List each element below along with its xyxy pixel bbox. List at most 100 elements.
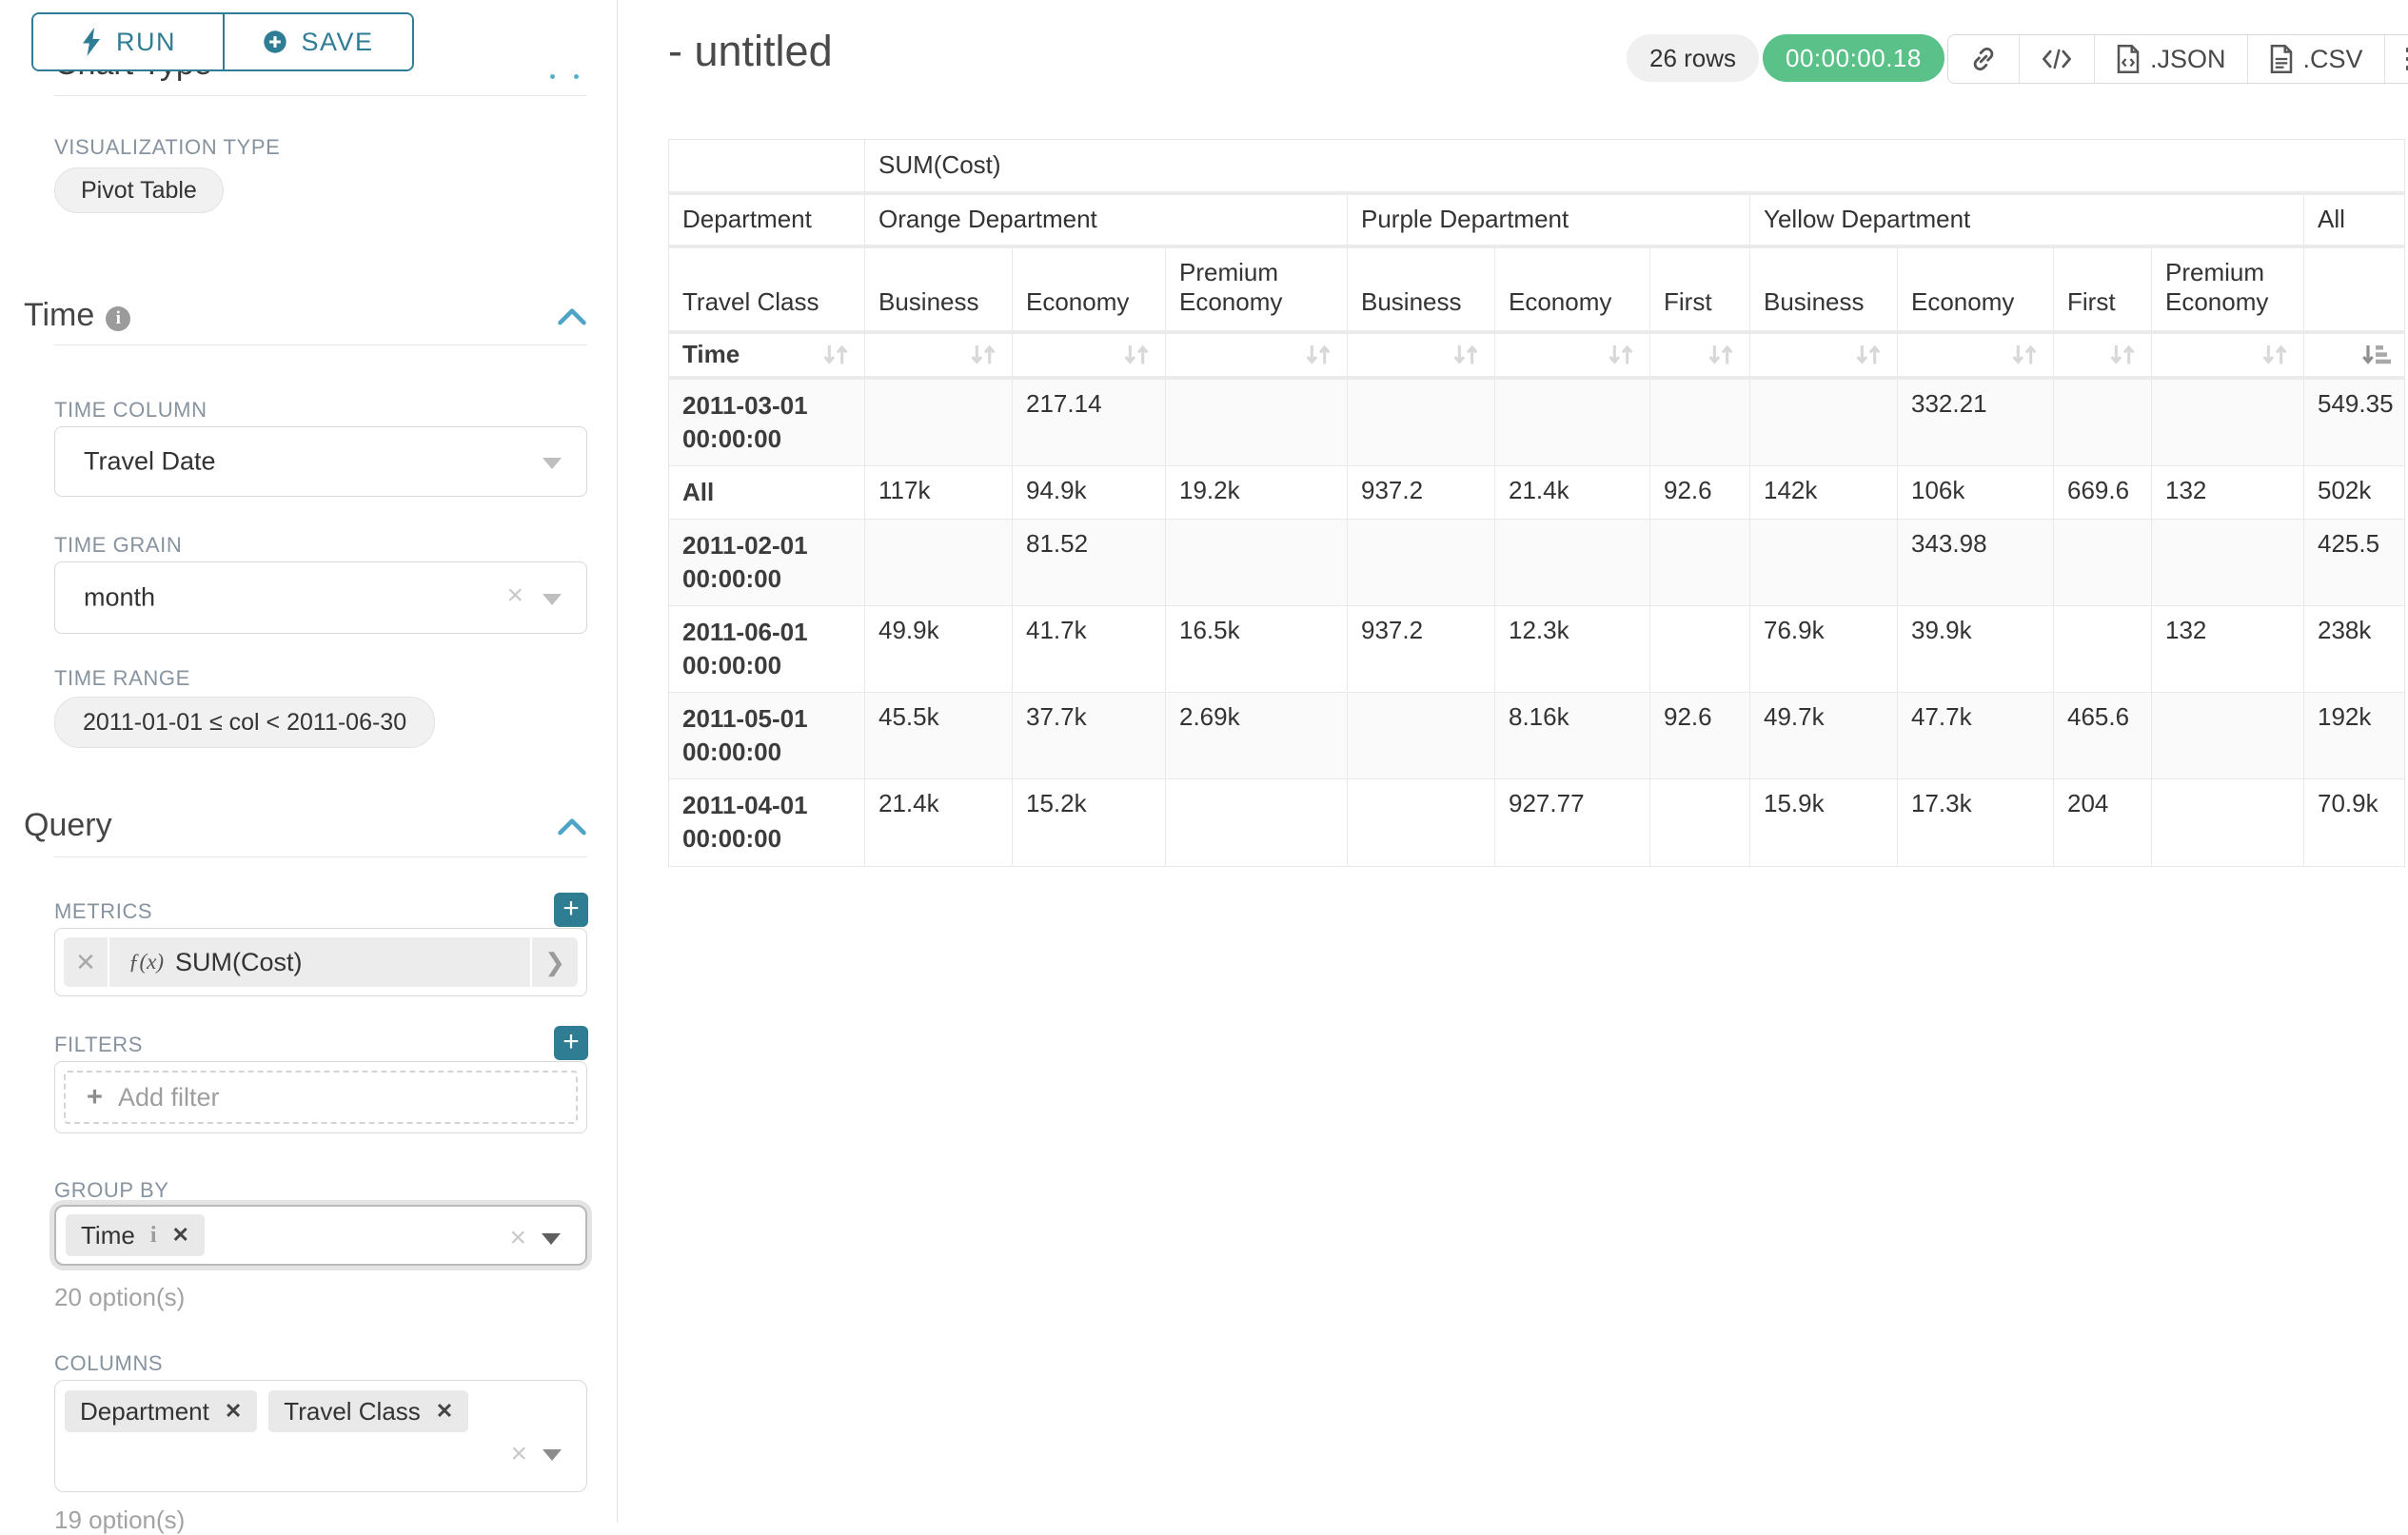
pivot-value-cell xyxy=(2054,605,2152,692)
group-by-select[interactable]: Time i ✕ × xyxy=(54,1205,587,1266)
visualization-type-chip[interactable]: Pivot Table xyxy=(54,167,224,213)
travel-class-header: Premium Economy xyxy=(2152,246,2304,332)
remove-metric-icon[interactable]: ✕ xyxy=(64,937,109,987)
pivot-time-cell: All xyxy=(669,465,865,519)
pivot-value-cell xyxy=(2054,519,2152,605)
pivot-value-cell: 669.6 xyxy=(2054,465,2152,519)
info-icon[interactable]: i xyxy=(106,306,130,331)
json-button-label: .JSON xyxy=(2150,45,2226,74)
pivot-value-cell: 142k xyxy=(1750,465,1898,519)
metric-pill[interactable]: ✕ ƒ(x) SUM(Cost) ❯ xyxy=(64,937,578,987)
sort-descending-active-icon[interactable] xyxy=(2360,342,2391,368)
sort-icon[interactable] xyxy=(1706,342,1736,368)
travel-class-header: Economy xyxy=(1898,246,2054,332)
time-column-select[interactable]: Travel Date xyxy=(54,426,587,497)
pivot-table: SUM(Cost) Department Orange Department P… xyxy=(668,139,2405,867)
query-timer-badge: 00:00:00.18 xyxy=(1763,34,1944,82)
pivot-value-cell: 465.6 xyxy=(2054,693,2152,779)
run-button[interactable]: RUN xyxy=(33,14,223,69)
group-by-chip-time[interactable]: Time i ✕ xyxy=(66,1214,205,1256)
pivot-time-cell: 2011-02-01 00:00:00 xyxy=(669,519,865,605)
sort-icon[interactable] xyxy=(1303,342,1333,368)
function-icon: ƒ(x) xyxy=(128,950,164,974)
sort-icon[interactable] xyxy=(820,342,851,368)
group-by-label: GROUP BY xyxy=(54,1178,169,1203)
pivot-value-cell: 117k xyxy=(865,465,1013,519)
sort-icon[interactable] xyxy=(1853,342,1884,368)
sort-icon[interactable] xyxy=(968,342,998,368)
pivot-value-cell xyxy=(865,519,1013,605)
save-button[interactable]: SAVE xyxy=(223,14,412,69)
travel-class-axis-label: Travel Class xyxy=(669,246,865,332)
pivot-value-cell xyxy=(1166,779,1348,866)
collapse-time-chevron-up-icon[interactable] xyxy=(557,305,587,327)
pivot-value-cell: 76.9k xyxy=(1750,605,1898,692)
pivot-value-cell: 16.5k xyxy=(1166,605,1348,692)
clear-all-icon[interactable]: × xyxy=(509,1222,526,1254)
download-csv-button[interactable]: .CSV xyxy=(2247,35,2384,83)
pivot-value-cell xyxy=(1348,693,1495,779)
clear-all-icon[interactable]: × xyxy=(510,1438,527,1470)
time-grain-select[interactable]: month × xyxy=(54,561,587,634)
pivot-time-cell: 2011-04-01 00:00:00 xyxy=(669,779,865,866)
download-json-button[interactable]: .JSON xyxy=(2094,35,2247,83)
travel-class-header: Business xyxy=(865,246,1013,332)
plus-circle-icon xyxy=(263,30,287,54)
more-options-button[interactable] xyxy=(2384,35,2408,83)
divider xyxy=(54,344,587,345)
pivot-value-cell: 41.7k xyxy=(1013,605,1166,692)
pivot-value-cell: 332.21 xyxy=(1898,378,2054,466)
query-section-title: Query xyxy=(24,807,112,844)
sort-icon[interactable] xyxy=(2260,342,2290,368)
group-by-options-count: 20 option(s) xyxy=(54,1283,185,1312)
control-panel: Chart Type RUN SAVE VISUALIZATION TYPE P… xyxy=(0,0,618,1523)
pivot-value-cell xyxy=(2152,378,2304,466)
column-info-icon[interactable]: i xyxy=(150,1223,157,1249)
sort-icon[interactable] xyxy=(2107,342,2138,368)
add-filter-button[interactable]: + Add filter xyxy=(64,1071,578,1124)
pivot-value-cell: 81.52 xyxy=(1013,519,1166,605)
columns-chip-department[interactable]: Department ✕ xyxy=(65,1390,257,1432)
filters-label: FILTERS xyxy=(54,1033,143,1057)
pivot-value-cell xyxy=(1750,378,1898,466)
add-metric-button[interactable]: + xyxy=(554,893,588,927)
json-file-icon xyxy=(2116,45,2141,73)
pivot-value-cell xyxy=(2054,378,2152,466)
collapse-query-chevron-up-icon[interactable] xyxy=(557,815,587,837)
time-column-label: TIME COLUMN xyxy=(54,398,207,423)
pivot-value-cell: 12.3k xyxy=(1495,605,1650,692)
chart-title[interactable]: - untitled xyxy=(668,27,833,76)
clear-icon[interactable]: × xyxy=(506,580,523,612)
expand-metric-chevron-right-icon[interactable]: ❯ xyxy=(530,937,578,987)
pivot-value-cell xyxy=(1348,378,1495,466)
pivot-value-cell xyxy=(1166,378,1348,466)
remove-chip-icon[interactable]: ✕ xyxy=(225,1399,242,1424)
time-axis-label: Time xyxy=(682,340,740,369)
sort-icon[interactable] xyxy=(2009,342,2040,368)
department-axis-label: Department xyxy=(669,193,865,246)
pivot-value-cell: 132 xyxy=(2152,465,2304,519)
pivot-value-cell: 2.69k xyxy=(1166,693,1348,779)
table-row: 2011-05-01 00:00:00 45.5k 37.7k 2.69k 8.… xyxy=(669,693,2405,779)
panel-drag-dots xyxy=(550,74,579,79)
pivot-value-cell xyxy=(1650,519,1750,605)
pivot-value-cell xyxy=(2152,519,2304,605)
view-query-button[interactable] xyxy=(2019,35,2094,83)
sort-icon[interactable] xyxy=(1121,342,1152,368)
time-range-chip[interactable]: 2011-01-01 ≤ col < 2011-06-30 xyxy=(54,697,435,748)
copy-link-button[interactable] xyxy=(1948,35,2019,83)
add-filter-plus-button[interactable]: + xyxy=(554,1026,588,1060)
travel-class-header: First xyxy=(1650,246,1750,332)
columns-chip-travel-class[interactable]: Travel Class ✕ xyxy=(268,1390,468,1432)
sort-icon[interactable] xyxy=(1451,342,1481,368)
chip-label: Department xyxy=(80,1397,209,1427)
columns-select[interactable]: Department ✕ Travel Class ✕ × xyxy=(54,1380,587,1492)
time-grain-value: month xyxy=(84,583,155,613)
sort-icon[interactable] xyxy=(1606,342,1636,368)
pivot-value-cell: 21.4k xyxy=(865,779,1013,866)
remove-chip-icon[interactable]: ✕ xyxy=(171,1223,188,1248)
remove-chip-icon[interactable]: ✕ xyxy=(436,1399,453,1424)
metric-header-row: SUM(Cost) xyxy=(669,140,2405,193)
pivot-value-cell: 47.7k xyxy=(1898,693,2054,779)
pivot-value-cell: 192k xyxy=(2304,693,2405,779)
